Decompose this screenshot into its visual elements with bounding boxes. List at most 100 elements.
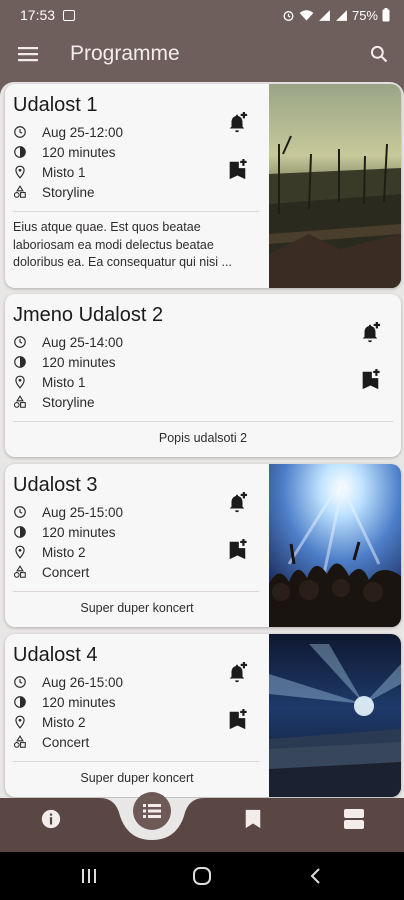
event-category: Concert: [13, 562, 123, 582]
alarm-icon: [283, 10, 294, 21]
event-card-body: Udalost 4 Aug 26-15:00 120 minutes Misto…: [5, 634, 123, 752]
bookmark-add-button[interactable]: [224, 537, 250, 563]
card-divider: [13, 421, 393, 422]
event-title: Udalost 3: [13, 474, 98, 496]
event-category-text: Storyline: [42, 184, 95, 200]
event-datetime: Aug 25-15:00: [13, 502, 123, 522]
category-icon: [13, 565, 27, 579]
timer-icon: [13, 525, 27, 539]
notification-add-button[interactable]: [224, 110, 250, 136]
event-location-text: Misto 1: [42, 374, 86, 390]
event-location: Misto 2: [13, 542, 123, 562]
category-icon: [13, 185, 27, 199]
event-description: Super duper koncert: [80, 601, 194, 615]
back-icon: [310, 868, 320, 884]
event-datetime: Aug 25-14:00: [13, 332, 163, 352]
event-datetime: Aug 25-12:00: [13, 122, 123, 142]
schedule-icon: [344, 809, 364, 829]
event-card-body: Udalost 3 Aug 25-15:00 120 minutes Misto…: [5, 464, 123, 582]
card-divider: [13, 761, 259, 762]
status-time: 17:53: [20, 7, 56, 23]
battery-icon: [382, 8, 390, 22]
recent-apps-button[interactable]: [76, 864, 102, 888]
page-title: Programme: [70, 42, 180, 65]
bookmark-add-button[interactable]: [357, 367, 383, 393]
event-category-text: Concert: [42, 734, 90, 750]
wifi-icon: [299, 9, 314, 20]
event-location-text: Misto 2: [42, 714, 86, 730]
clock-icon: [13, 505, 27, 519]
content-area: Udalost 1 Aug 25-12:00 120 minutes Misto…: [0, 78, 404, 798]
event-title: Udalost 4: [13, 644, 98, 666]
event-title: Udalost 1: [13, 94, 98, 116]
event-card[interactable]: Jmeno Udalost 2 Aug 25-14:00 120 minutes…: [5, 294, 401, 457]
category-icon: [13, 395, 27, 409]
programme-list-icon: [143, 804, 161, 818]
event-card-body: Jmeno Udalost 2 Aug 25-14:00 120 minutes…: [5, 294, 163, 412]
timer-icon: [13, 145, 27, 159]
event-location: Misto 2: [13, 712, 123, 732]
event-card[interactable]: Udalost 3 Aug 25-15:00 120 minutes Misto…: [5, 464, 401, 627]
event-card[interactable]: Udalost 1 Aug 25-12:00 120 minutes Misto…: [5, 84, 401, 288]
event-actions: [224, 660, 250, 733]
event-category-text: Storyline: [42, 394, 95, 410]
signal-2-icon: [336, 9, 347, 21]
clock-icon: [13, 675, 27, 689]
event-datetime-text: Aug 25-15:00: [42, 504, 124, 520]
status-indicators: 75%: [282, 8, 390, 23]
notification-add-icon: [226, 662, 248, 684]
bookmark-add-button[interactable]: [224, 707, 250, 733]
menu-button[interactable]: [0, 30, 56, 78]
notification-add-icon: [359, 322, 381, 344]
event-card[interactable]: Udalost 4 Aug 26-15:00 120 minutes Misto…: [5, 634, 401, 797]
event-duration-text: 120 minutes: [42, 524, 116, 540]
app-bar: Programme: [0, 30, 404, 78]
notification-add-button[interactable]: [224, 660, 250, 686]
event-card-body: Udalost 1 Aug 25-12:00 120 minutes Misto…: [5, 84, 123, 202]
event-category: Concert: [13, 732, 123, 752]
nav-info[interactable]: [26, 798, 76, 840]
event-duration: 120 minutes: [13, 692, 123, 712]
event-duration: 120 minutes: [13, 142, 123, 162]
notification-add-icon: [226, 492, 248, 514]
location-pin-icon: [13, 375, 27, 389]
nav-bookmarks[interactable]: [228, 798, 278, 840]
search-icon: [370, 45, 388, 63]
clock-icon: [13, 125, 27, 139]
event-list: Udalost 1 Aug 25-12:00 120 minutes Misto…: [0, 82, 404, 798]
event-datetime-text: Aug 26-15:00: [42, 674, 124, 690]
event-location-text: Misto 1: [42, 164, 86, 180]
event-location-text: Misto 2: [42, 544, 86, 560]
status-bar: 17:53 75%: [0, 0, 404, 30]
notification-add-button[interactable]: [357, 320, 383, 346]
back-button[interactable]: [302, 864, 328, 888]
search-button[interactable]: [354, 30, 404, 78]
bottom-navigation: [0, 798, 404, 852]
event-description: Eius atque quae. Est quos beatae laborio…: [13, 220, 232, 269]
event-category-text: Concert: [42, 564, 90, 580]
bookmark-icon: [245, 809, 261, 829]
event-title: Jmeno Udalost 2: [13, 304, 164, 326]
category-icon: [13, 735, 27, 749]
nav-programme[interactable]: [133, 792, 171, 830]
menu-icon: [18, 47, 38, 62]
event-actions: [224, 490, 250, 563]
bookmark-add-button[interactable]: [224, 157, 250, 183]
home-icon: [193, 867, 211, 885]
home-button[interactable]: [189, 864, 215, 888]
card-divider: [13, 591, 259, 592]
nav-schedule[interactable]: [329, 798, 379, 840]
event-image: [269, 634, 401, 797]
recent-apps-icon: [82, 869, 96, 883]
event-description: Popis udalsoti 2: [158, 431, 248, 445]
bookmark-add-icon: [359, 369, 381, 391]
event-location: Misto 1: [13, 162, 123, 182]
notification-add-button[interactable]: [224, 490, 250, 516]
gallery-notification-icon: [63, 9, 76, 21]
event-duration: 120 minutes: [13, 352, 163, 372]
system-navigation-bar: [0, 852, 404, 900]
clock-icon: [13, 335, 27, 349]
event-category: Storyline: [13, 392, 163, 412]
event-datetime: Aug 26-15:00: [13, 672, 123, 692]
event-actions: [224, 110, 250, 183]
